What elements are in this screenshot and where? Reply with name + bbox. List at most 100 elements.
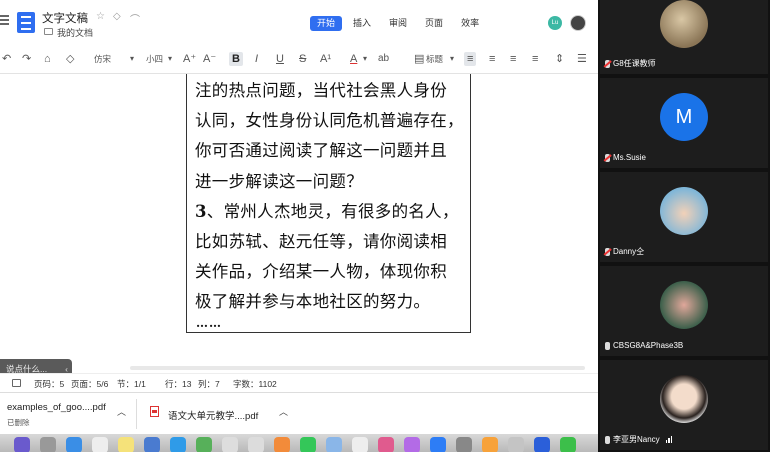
pdf-icon	[150, 406, 159, 417]
undo-icon[interactable]: ↶	[2, 52, 11, 66]
participant-tile[interactable]: CBSG8A&Phase3B	[600, 266, 768, 356]
clear-format-icon[interactable]: ◇	[66, 52, 74, 66]
launchpad-icon[interactable]	[40, 437, 56, 452]
justify-icon[interactable]: ≡	[532, 52, 538, 66]
document-icon	[17, 12, 35, 33]
superscript-button[interactable]: A¹	[320, 52, 331, 66]
bold-button[interactable]: B	[229, 52, 243, 66]
app-store-icon[interactable]	[430, 437, 446, 452]
increase-font-icon[interactable]: A⁺	[183, 52, 196, 66]
facetime-icon[interactable]	[300, 437, 316, 452]
text-line: 认同，女性身份认同危机普遍存在，	[195, 111, 464, 131]
cloud-icon[interactable]: ⌒	[130, 11, 140, 26]
podcasts-icon[interactable]	[404, 437, 420, 452]
keynote-icon[interactable]	[326, 437, 342, 452]
decrease-font-icon[interactable]: A⁻	[203, 52, 216, 66]
tab-insert[interactable]: 插入	[346, 16, 378, 31]
text-line: 你可否通过阅读了解这一问题并且	[195, 141, 447, 161]
calendar-icon[interactable]	[92, 437, 108, 452]
settings-icon[interactable]	[456, 437, 472, 452]
font-color-button[interactable]: A	[350, 52, 357, 66]
font-name-select[interactable]: 仿宋	[94, 52, 111, 66]
participant-tile[interactable]: M Ms.Susie	[600, 78, 768, 168]
item-number: 3	[195, 201, 207, 221]
style-icon[interactable]: ▤	[414, 52, 424, 66]
page-code: 页码：5	[34, 379, 65, 389]
chevron-up-icon[interactable]: ︿	[279, 405, 288, 418]
underline-button[interactable]: U	[276, 52, 284, 66]
app-icon[interactable]	[508, 437, 524, 452]
list-icon[interactable]: ☰	[577, 52, 587, 66]
participant-name: 李亚男Nancy	[613, 435, 660, 444]
preview-icon[interactable]	[144, 437, 160, 452]
pages-icon[interactable]	[482, 437, 498, 452]
avatar	[660, 375, 708, 423]
ellipsis: ……	[196, 316, 222, 330]
safari-icon[interactable]	[66, 437, 82, 452]
user-avatar[interactable]	[570, 15, 586, 31]
line-spacing-icon[interactable]: ⇕	[555, 52, 564, 66]
photos-icon[interactable]	[274, 437, 290, 452]
italic-button[interactable]: I	[255, 52, 258, 66]
participant-tile[interactable]: 李亚男Nancy	[600, 360, 768, 450]
participant-label: Danny仝	[605, 246, 644, 257]
align-right-icon[interactable]: ≡	[510, 52, 516, 66]
highlight-button[interactable]: ab	[378, 52, 389, 66]
tab-page[interactable]: 页面	[418, 16, 450, 31]
numbers-icon[interactable]	[352, 437, 368, 452]
chevron-down-icon[interactable]: ▾	[450, 52, 454, 66]
tag-icon[interactable]: ◇	[113, 11, 121, 22]
menu-tabs: 开始 插入 审阅 页面 效率	[310, 16, 486, 31]
align-center-icon[interactable]: ≡	[489, 52, 495, 66]
participant-label: G8任课教师	[605, 58, 656, 69]
redo-icon[interactable]: ↷	[22, 52, 31, 66]
tab-review[interactable]: 审阅	[382, 16, 414, 31]
page-view-icon[interactable]	[12, 379, 21, 387]
download-status: 已删除	[7, 418, 30, 427]
download-file-name[interactable]: 语文大单元教学....pdf	[168, 408, 258, 422]
title-bar: 文字文稿 ☆ ◇ ⌒ 我的文档 开始 插入 审阅 页面 效率 Lu	[0, 0, 598, 42]
format-painter-icon[interactable]: ⌂	[44, 52, 51, 66]
help-icon[interactable]	[248, 437, 264, 452]
collaborator-avatar[interactable]: Lu	[548, 16, 562, 30]
document-title[interactable]: 文字文稿	[42, 10, 88, 26]
chevron-down-icon[interactable]: ▾	[363, 52, 367, 66]
breadcrumb[interactable]: 我的文档	[57, 26, 93, 39]
tab-efficiency[interactable]: 效率	[454, 16, 486, 31]
text-line: 极了解并参与本地社区的努力。	[195, 292, 431, 312]
star-icon[interactable]: ☆	[96, 11, 105, 22]
participant-label: 李亚男Nancy	[605, 434, 673, 445]
participant-tile[interactable]: Danny仝	[600, 172, 768, 262]
table-border-bottom	[186, 332, 471, 333]
align-left-icon[interactable]: ≡	[464, 52, 477, 66]
style-select[interactable]: 标题	[426, 52, 443, 66]
messages-icon[interactable]	[170, 437, 186, 452]
download-file-name[interactable]: examples_of_goo....pdf	[7, 402, 106, 413]
menu-icon[interactable]	[0, 15, 9, 25]
horizontal-scrollbar[interactable]	[130, 366, 585, 370]
document-text[interactable]: 注的热点问题，当代社会黑人身份 认同，女性身份认同危机普遍存在， 你可否通过阅读…	[195, 76, 467, 318]
mic-icon	[605, 435, 610, 444]
wechat-icon[interactable]	[560, 437, 576, 452]
avatar	[660, 0, 708, 48]
participant-name: Ms.Susie	[613, 153, 646, 162]
chevron-down-icon[interactable]: ▾	[130, 52, 134, 66]
notes-icon[interactable]	[118, 437, 134, 452]
participant-label: Ms.Susie	[605, 152, 646, 163]
download-shelf: examples_of_goo....pdf 已删除 ︿ 语文大单元教学....…	[0, 392, 598, 434]
siri-icon[interactable]	[14, 437, 30, 452]
maps-icon[interactable]	[196, 437, 212, 452]
word-icon[interactable]	[534, 437, 550, 452]
help-icon[interactable]	[222, 437, 238, 452]
status-bar: 页码：5 页面：5/6 节：1/1 行：13 列：7 字数：1102	[0, 373, 598, 391]
strikethrough-button[interactable]: S	[299, 52, 306, 66]
participant-tile[interactable]: G8任课教师	[600, 0, 768, 74]
tab-start[interactable]: 开始	[310, 16, 343, 31]
column-position: 列：7	[198, 379, 220, 389]
mic-muted-icon	[605, 59, 610, 68]
word-count: 字数：1102	[233, 379, 277, 389]
music-icon[interactable]	[378, 437, 394, 452]
chevron-down-icon[interactable]: ▾	[168, 52, 172, 66]
chevron-up-icon[interactable]: ︿	[117, 405, 126, 418]
font-size-select[interactable]: 小四	[146, 52, 163, 66]
